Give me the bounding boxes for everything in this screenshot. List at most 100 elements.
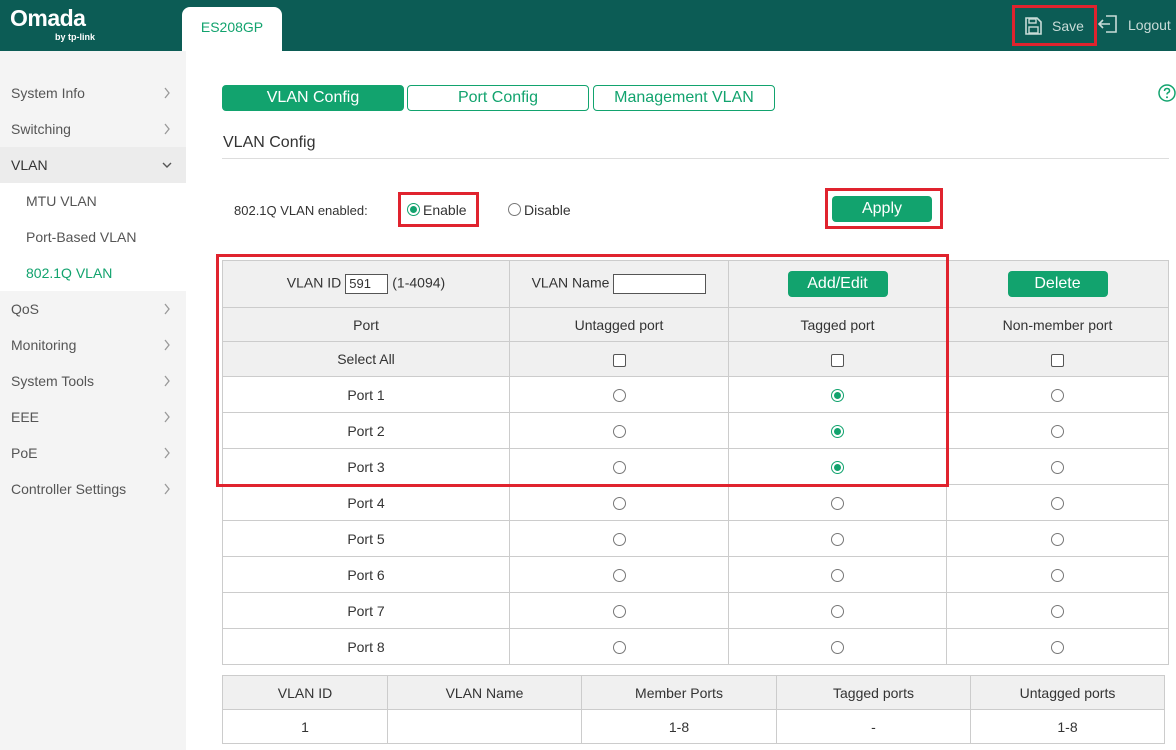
- sidebar-subitem-label: Port-Based VLAN: [26, 229, 137, 245]
- port-row: Port 4: [222, 484, 1169, 521]
- non-member-cell: [946, 628, 1169, 665]
- disable-label: Disable: [524, 202, 571, 218]
- vlan-summary-table: VLAN ID VLAN Name Member Ports Tagged po…: [222, 675, 1165, 744]
- disable-radio[interactable]: [508, 203, 521, 216]
- untagged-radio[interactable]: [612, 497, 626, 511]
- untagged-cell: [509, 556, 729, 593]
- sidebar-subitem-label: 802.1Q VLAN: [26, 265, 113, 281]
- chevron-right-icon: [164, 447, 170, 459]
- non-member-radio[interactable]: [1051, 497, 1064, 511]
- tagged-radio[interactable]: [831, 641, 844, 655]
- select-all-non-member-checkbox[interactable]: [1051, 353, 1064, 367]
- tab-management-vlan[interactable]: Management VLAN: [593, 85, 775, 111]
- sidebar-item-switching[interactable]: Switching: [0, 111, 186, 147]
- omada-logo: Omada by tp-link: [10, 6, 95, 42]
- untagged-cell: [509, 520, 729, 557]
- port-row: Port 6: [222, 556, 1169, 593]
- sidebar-item-vlan[interactable]: VLAN: [0, 147, 186, 183]
- chevron-right-icon: [164, 375, 170, 387]
- chevron-right-icon: [164, 411, 170, 423]
- sidebar-item-qos[interactable]: QoS: [0, 291, 186, 327]
- non-member-cell: [946, 376, 1169, 413]
- logout-link[interactable]: Logout: [1128, 17, 1171, 33]
- sidebar-item-monitoring[interactable]: Monitoring: [0, 327, 186, 363]
- summary-header-vlan-id: VLAN ID: [222, 675, 388, 710]
- sidebar-item-label: VLAN: [11, 157, 48, 173]
- tagged-radio[interactable]: [831, 533, 844, 547]
- untagged-radio[interactable]: [612, 605, 626, 619]
- non-member-radio[interactable]: [1051, 533, 1064, 547]
- enable-label: Enable: [423, 202, 467, 218]
- sidebar-item-label: Switching: [11, 121, 71, 137]
- sidebar-item-poe[interactable]: PoE: [0, 435, 186, 471]
- non-member-cell: [946, 412, 1169, 449]
- sidebar-item-label: Monitoring: [11, 337, 77, 353]
- summary-row[interactable]: 1 1-8 - 1-8: [222, 709, 1165, 744]
- untagged-radio[interactable]: [612, 641, 626, 655]
- summary-header-member-ports: Member Ports: [581, 675, 777, 710]
- logout-icon[interactable]: [1097, 13, 1119, 35]
- summary-vlan-id: 1: [222, 709, 388, 744]
- apply-button[interactable]: Apply: [832, 196, 932, 222]
- non-member-cell: [946, 448, 1169, 485]
- delete-button[interactable]: Delete: [1007, 271, 1108, 297]
- tagged-radio[interactable]: [831, 569, 844, 583]
- tagged-cell: [728, 484, 947, 521]
- non-member-radio[interactable]: [1051, 641, 1064, 655]
- sidebar: System Info Switching VLAN MTU VLAN Port…: [0, 51, 186, 750]
- port-row: Port 8: [222, 628, 1169, 665]
- summary-untagged-ports: 1-8: [970, 709, 1165, 744]
- non-member-radio[interactable]: [1051, 425, 1064, 439]
- chevron-right-icon: [164, 123, 170, 135]
- non-member-radio[interactable]: [1051, 389, 1064, 403]
- non-member-radio[interactable]: [1051, 569, 1064, 583]
- sidebar-item-system-tools[interactable]: System Tools: [0, 363, 186, 399]
- untagged-cell: [509, 592, 729, 629]
- non-member-cell: [946, 484, 1169, 521]
- non-member-cell: [946, 556, 1169, 593]
- non-member-radio[interactable]: [1051, 461, 1064, 475]
- save-label: Save: [1052, 18, 1084, 34]
- sidebar-item-controller-settings[interactable]: Controller Settings: [0, 471, 186, 507]
- tagged-cell: [728, 520, 947, 557]
- summary-member-ports: 1-8: [581, 709, 777, 744]
- enable-radio[interactable]: [407, 203, 420, 216]
- device-tab[interactable]: ES208GP: [182, 7, 282, 51]
- sidebar-item-label: System Info: [11, 85, 85, 101]
- sidebar-item-label: Controller Settings: [11, 481, 127, 497]
- help-icon[interactable]: [1158, 84, 1176, 102]
- summary-header-vlan-name: VLAN Name: [387, 675, 582, 710]
- save-button[interactable]: Save: [1012, 5, 1097, 46]
- sidebar-item-eee[interactable]: EEE: [0, 399, 186, 435]
- tagged-cell: [728, 592, 947, 629]
- port-row: Port 5: [222, 520, 1169, 557]
- untagged-radio[interactable]: [612, 533, 626, 547]
- port-name: Port 8: [222, 628, 510, 665]
- sidebar-subitem-mtu-vlan[interactable]: MTU VLAN: [0, 183, 186, 219]
- non-member-radio[interactable]: [1051, 605, 1064, 619]
- untagged-cell: [509, 484, 729, 521]
- non-member-cell: [946, 520, 1169, 557]
- tagged-radio[interactable]: [831, 605, 844, 619]
- tagged-cell: [728, 628, 947, 665]
- chevron-right-icon: [164, 303, 170, 315]
- tab-port-config[interactable]: Port Config: [407, 85, 589, 111]
- chevron-down-icon: [162, 162, 172, 168]
- non-member-cell: [946, 592, 1169, 629]
- port-name: Port 5: [222, 520, 510, 557]
- sidebar-item-label: QoS: [11, 301, 40, 317]
- sidebar-subitem-8021q-vlan[interactable]: 802.1Q VLAN: [0, 255, 186, 291]
- logo-subtext: by tp-link: [55, 32, 95, 42]
- sidebar-subitem-label: MTU VLAN: [26, 193, 97, 209]
- tab-vlan-config[interactable]: VLAN Config: [222, 85, 404, 111]
- chevron-right-icon: [164, 483, 170, 495]
- untagged-radio[interactable]: [612, 569, 626, 583]
- untagged-cell: [509, 628, 729, 665]
- sidebar-subitem-port-based-vlan[interactable]: Port-Based VLAN: [0, 219, 186, 255]
- sidebar-item-system-info[interactable]: System Info: [0, 75, 186, 111]
- summary-tagged-ports: -: [776, 709, 971, 744]
- tagged-radio[interactable]: [831, 497, 844, 511]
- summary-header-tagged-ports: Tagged ports: [776, 675, 971, 710]
- tagged-cell: [728, 556, 947, 593]
- port-name: Port 7: [222, 592, 510, 629]
